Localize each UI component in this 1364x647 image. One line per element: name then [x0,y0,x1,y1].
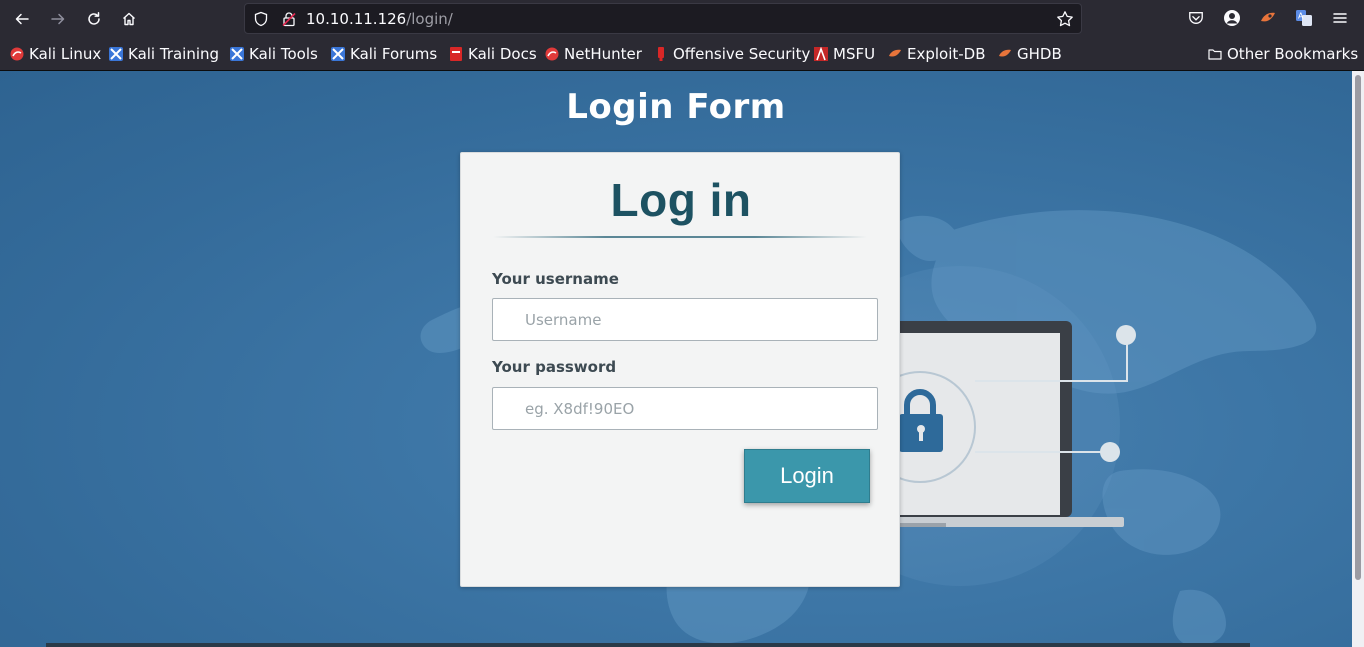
translate-icon[interactable]: A [1294,8,1314,28]
bookmark-label: Kali Forums [350,45,438,63]
url-text[interactable]: 10.10.11.126/login/ [306,10,453,28]
bookmark-label: Kali Docs [468,45,537,63]
username-input[interactable] [493,299,877,340]
url-host: 10.10.11.126 [306,10,407,28]
bookmarks-bar: Kali Linux Kali Training Kali Tools Kali… [0,38,1364,71]
password-label: Your password [492,358,617,376]
bookmark-label: Offensive Security [673,45,811,63]
bookmark-kali-tools[interactable]: Kali Tools [230,44,318,64]
reload-icon[interactable] [81,7,107,31]
bookmark-offensive-security[interactable]: Offensive Security [654,44,810,64]
url-path: /login/ [406,10,453,28]
extension-icon[interactable] [1258,8,1278,28]
insecure-lock-icon[interactable] [281,11,297,27]
page-scrollbar[interactable] [1352,71,1364,647]
heading-divider [493,236,867,238]
scrollbar-thumb[interactable] [1355,75,1361,580]
browser-toolbar: 10.10.11.126/login/ A [0,0,1364,38]
bookmark-label: Exploit-DB [907,45,986,63]
forward-icon[interactable] [45,7,71,31]
footer-band [46,643,1250,647]
offensive-security-icon [658,47,664,61]
username-field[interactable] [492,298,878,341]
bookmark-label: Kali Linux [29,45,102,63]
exploit-db-icon [889,49,901,57]
kali-tools-icon [230,47,244,61]
other-bookmarks-label: Other Bookmarks [1227,45,1359,63]
other-bookmarks[interactable]: Other Bookmarks [1208,44,1358,64]
bookmark-label: Kali Training [128,45,220,63]
bookmark-ghdb[interactable]: GHDB [998,44,1062,64]
bookmark-label: Kali Tools [249,45,318,63]
bookmark-label: NetHunter [564,45,642,63]
bookmark-exploit-db[interactable]: Exploit-DB [888,44,986,64]
msfu-icon [814,47,828,61]
home-icon[interactable] [116,7,142,31]
kali-docs-icon [450,47,462,61]
ghdb-icon [999,49,1011,57]
pocket-icon[interactable] [1186,8,1206,28]
bookmark-label: MSFU [833,45,876,63]
back-icon[interactable] [9,7,35,31]
bookmark-kali-forums[interactable]: Kali Forums [331,44,437,64]
bookmark-kali-docs[interactable]: Kali Docs [449,44,537,64]
bookmark-label: GHDB [1017,45,1062,63]
bookmark-star-icon[interactable] [1056,10,1074,28]
page-content: Login Form Log in Your username Your pas… [0,71,1352,647]
nethunter-icon [545,47,559,61]
kali-training-icon [109,47,123,61]
page-title: Login Form [566,87,786,127]
login-heading: Log in [610,174,752,226]
account-icon[interactable] [1222,8,1242,28]
tracking-shield-icon[interactable] [253,11,269,27]
bookmark-kali-linux[interactable]: Kali Linux [10,44,101,64]
kali-forums-icon [331,47,345,61]
bookmark-msfu[interactable]: MSFU [814,44,875,64]
login-button[interactable]: Login [744,449,870,503]
username-label: Your username [492,270,619,288]
menu-icon[interactable] [1330,8,1350,28]
folder-icon [1208,49,1222,60]
password-input[interactable] [493,388,877,429]
svg-text:A: A [1298,12,1304,21]
url-bar[interactable]: 10.10.11.126/login/ [244,3,1082,34]
bookmark-nethunter[interactable]: NetHunter [545,44,642,64]
bookmark-kali-training[interactable]: Kali Training [109,44,219,64]
password-field[interactable] [492,387,878,430]
login-card: Log in Your username Your password Login [460,152,900,587]
kali-linux-icon [10,47,24,61]
